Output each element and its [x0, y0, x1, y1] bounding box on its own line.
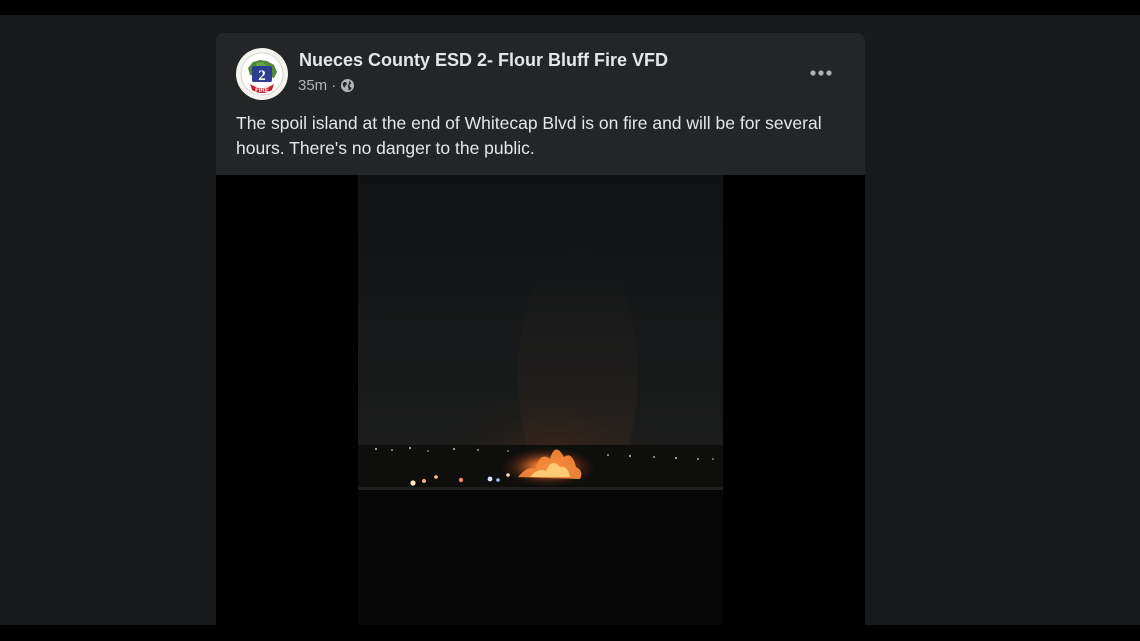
facebook-post-card: 2 FIRE Nueces County ESD 2- Flour Bluff … — [216, 33, 865, 625]
globe-icon[interactable] — [340, 78, 355, 93]
page-avatar[interactable]: 2 FIRE — [236, 48, 288, 100]
post-media — [216, 175, 865, 625]
post-message: The spoil island at the end of Whitecap … — [236, 113, 822, 158]
avatar-badge-number: 2 — [258, 68, 266, 84]
page-name-link[interactable]: Nueces County ESD 2- Flour Bluff Fire VF… — [299, 50, 668, 71]
post-timestamp[interactable]: 35m — [298, 77, 327, 94]
night-fire-scene — [358, 245, 723, 625]
fire-department-logo-icon: 2 FIRE — [237, 49, 287, 99]
more-options-button[interactable] — [805, 61, 837, 85]
meta-separator: · — [331, 77, 337, 94]
more-options-icon — [810, 70, 832, 76]
fire-video[interactable] — [358, 175, 723, 625]
avatar-badge-text: FIRE — [255, 88, 269, 94]
post-meta: 35m · — [298, 77, 355, 94]
